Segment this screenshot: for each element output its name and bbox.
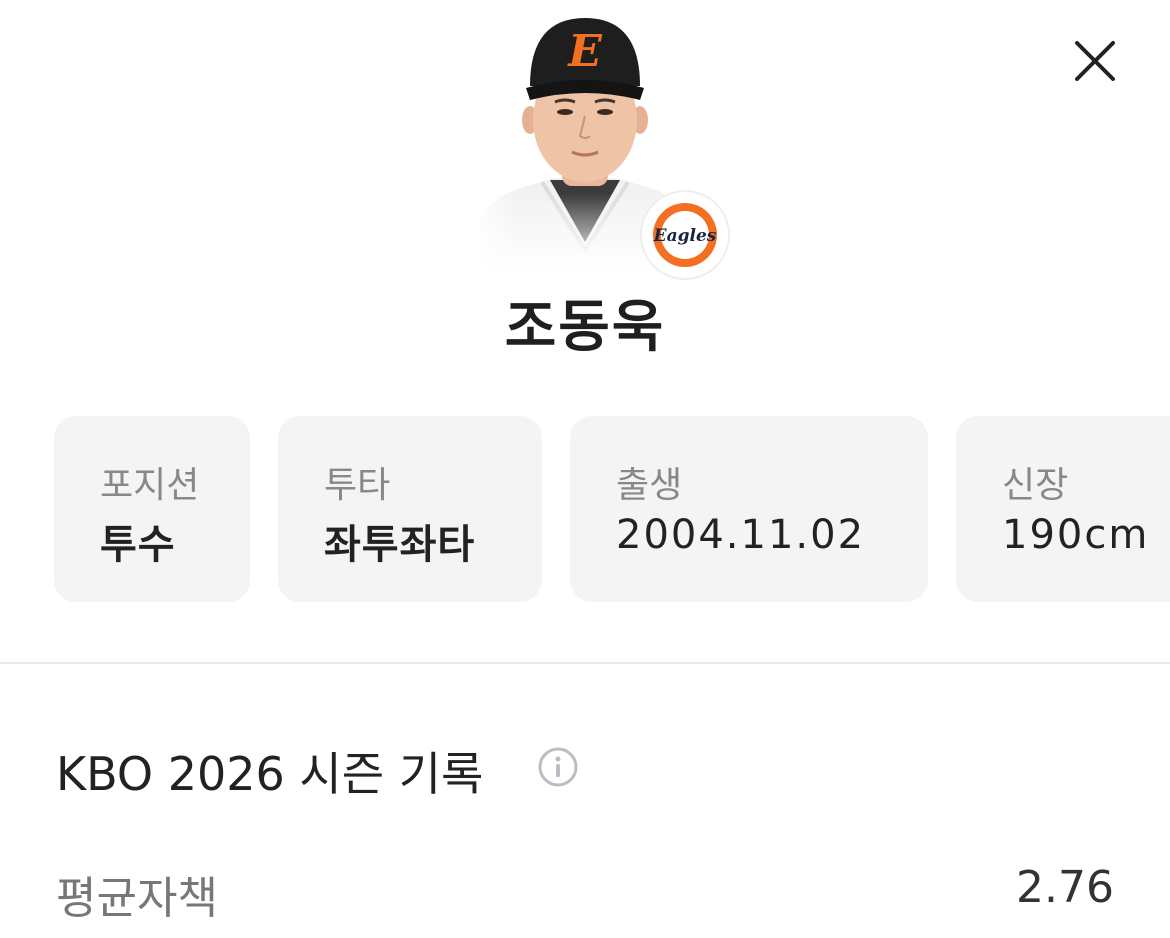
- info-card-label: 포지션: [100, 465, 200, 506]
- close-icon: [1075, 41, 1115, 81]
- svg-text:Eagles: Eagles: [653, 226, 717, 246]
- stat-label-era: 평균자책: [56, 873, 218, 924]
- stat-value-era: 2.76: [1016, 862, 1114, 913]
- info-card-value: 투수: [100, 522, 176, 568]
- section-divider: [0, 662, 1170, 664]
- info-card-label: 투타: [324, 465, 391, 506]
- info-card-label: 출생: [616, 465, 683, 506]
- info-card-value: 190cm: [1002, 512, 1150, 558]
- info-card-label: 신장: [1002, 465, 1069, 506]
- season-record-title: KBO 2026 시즌 기록: [56, 747, 484, 801]
- player-profile-page: E Eagles 조동욱 포지션 투수 투타 좌투좌타 출생 2004.11.0…: [0, 0, 1170, 938]
- eagles-logo-icon: Eagles: [653, 203, 717, 267]
- info-card-value: 좌투좌타: [324, 522, 476, 568]
- info-card-position: 포지션 투수: [54, 416, 250, 602]
- info-icon: [538, 747, 578, 787]
- player-name: 조동욱: [504, 295, 666, 360]
- player-info-cards: 포지션 투수 투타 좌투좌타 출생 2004.11.02 신장 190cm: [0, 416, 1170, 602]
- info-card-height: 신장 190cm: [956, 416, 1170, 602]
- info-card-bat-throw: 투타 좌투좌타: [278, 416, 542, 602]
- info-button[interactable]: [537, 746, 579, 788]
- team-logo: Eagles: [642, 192, 728, 278]
- info-card-birth: 출생 2004.11.02: [570, 416, 928, 602]
- info-card-value: 2004.11.02: [616, 512, 866, 558]
- close-button[interactable]: [1068, 34, 1122, 88]
